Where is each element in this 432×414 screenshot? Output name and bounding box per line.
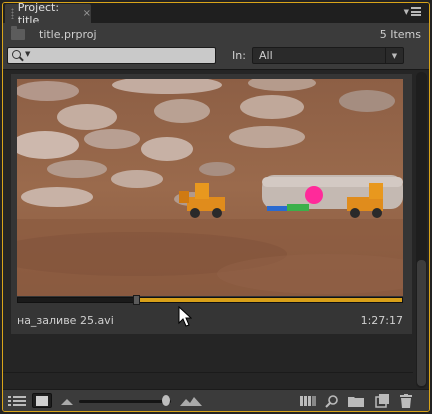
new-item-icon[interactable]: [373, 393, 391, 408]
panel-menu-button[interactable]: ▼: [404, 7, 421, 16]
vertical-scrollbar[interactable]: [416, 72, 427, 388]
find-icon[interactable]: [323, 393, 341, 408]
filter-selected-value: All: [259, 49, 273, 62]
project-panel: Project: title × ▼ title.prproj 5 Items …: [2, 2, 430, 412]
clip-duration: 1:27:17: [360, 314, 403, 327]
zoom-slider[interactable]: [79, 400, 171, 403]
search-box[interactable]: ▼: [7, 47, 216, 64]
clip-item[interactable]: на_заливе 25.avi 1:27:17: [11, 74, 412, 334]
filter-dropdown[interactable]: All ▼: [252, 47, 404, 64]
clip-thumbnail[interactable]: [17, 79, 403, 296]
item-count: 5 Items: [379, 27, 421, 41]
filter-label: In:: [232, 49, 246, 62]
search-row: ▼ In: All ▼: [3, 45, 429, 69]
search-icon[interactable]: [12, 50, 21, 59]
scrub-played-portion: [18, 298, 137, 302]
project-file-name: title.prproj: [39, 27, 97, 41]
scrub-remaining-portion: [137, 298, 402, 302]
clip-thumbnail-image: [17, 79, 403, 296]
playhead-handle[interactable]: [133, 295, 140, 305]
search-options-chevron-icon[interactable]: ▼: [25, 50, 30, 58]
zoom-slider-knob[interactable]: [162, 395, 170, 406]
list-view-icon[interactable]: [7, 393, 27, 408]
icon-view-icon[interactable]: [32, 393, 52, 408]
clip-scrub-bar[interactable]: [17, 295, 403, 305]
tab-project[interactable]: Project: title ×: [5, 3, 91, 27]
project-items-area: на_заливе 25.avi 1:27:17: [3, 69, 429, 389]
clip-name[interactable]: на_заливе 25.avi: [17, 314, 114, 327]
panel-menu-icon: [411, 7, 421, 16]
search-input[interactable]: [34, 49, 212, 62]
close-icon[interactable]: ×: [83, 8, 91, 19]
automate-to-sequence-icon[interactable]: [299, 393, 317, 408]
mouse-pointer-icon: [178, 306, 192, 327]
chevron-down-icon: ▼: [403, 7, 409, 16]
zoom-large-icon[interactable]: [180, 393, 202, 408]
panel-tab-bar: Project: title × ▼: [3, 3, 429, 27]
trash-icon[interactable]: [397, 393, 415, 408]
project-info-row: title.prproj 5 Items: [3, 23, 429, 45]
chevron-down-icon[interactable]: ▼: [385, 48, 403, 63]
panel-bottom-toolbar: [3, 389, 429, 411]
tab-grip-icon[interactable]: [11, 8, 14, 19]
zoom-small-icon[interactable]: [61, 393, 73, 408]
scrollbar-thumb[interactable]: [417, 260, 426, 386]
folder-icon: [11, 25, 25, 40]
divider: [3, 372, 413, 373]
new-bin-icon[interactable]: [347, 393, 365, 408]
